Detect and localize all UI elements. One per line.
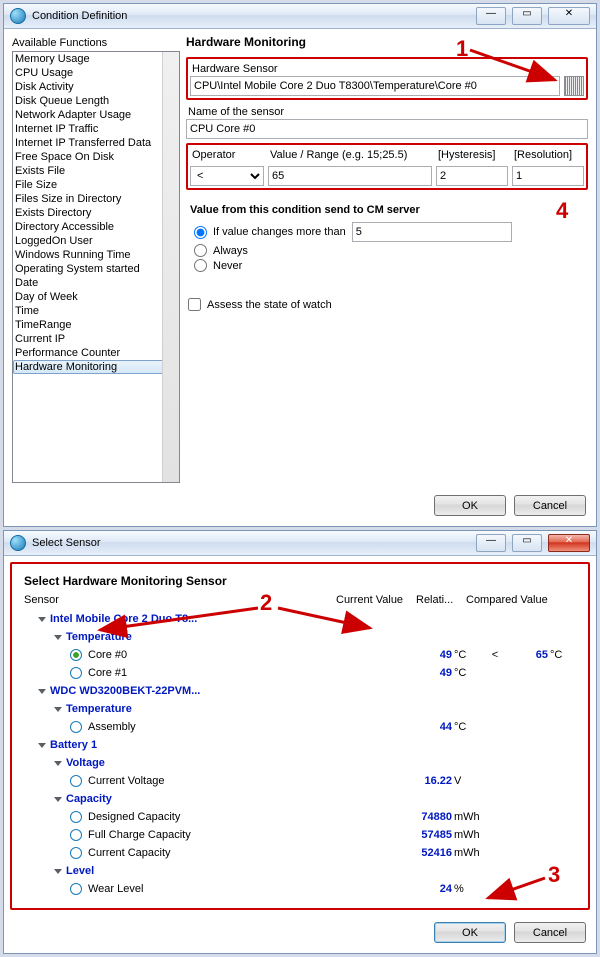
send-to-cm-label: Value from this condition send to CM ser…	[190, 204, 588, 216]
window-title: Condition Definition	[32, 10, 127, 22]
function-item[interactable]: Day of Week	[13, 290, 179, 304]
radio-always-label: Always	[213, 245, 248, 257]
sensor-item[interactable]: Core #149°C	[24, 664, 576, 682]
sensor-name-label: Name of the sensor	[188, 106, 588, 118]
ok-button[interactable]: OK	[434, 495, 506, 516]
radio-never[interactable]	[194, 259, 207, 272]
radio-if-value-changes-label: If value changes more than	[213, 226, 346, 238]
value-input[interactable]	[268, 166, 432, 186]
resolution-label: [Resolution]	[514, 149, 584, 161]
maximize-button[interactable]: ▭	[512, 7, 542, 25]
sensor-device[interactable]: Intel Mobile Core 2 Duo T8...	[24, 610, 576, 628]
operator-label: Operator	[192, 149, 264, 161]
sensor-group[interactable]: Temperature	[24, 700, 576, 718]
titlebar[interactable]: Condition Definition — ▭ ✕	[4, 4, 596, 29]
tree-columns: Sensor Current Value Relati... Compared …	[24, 592, 576, 608]
sensor-picker-button[interactable]	[564, 76, 584, 96]
hardware-sensor-input[interactable]	[190, 76, 560, 96]
sensor-item[interactable]: Core #049°C<65°C	[24, 646, 576, 664]
col-relation: Relati...	[416, 594, 466, 606]
sensor-tree[interactable]: Intel Mobile Core 2 Duo T8...Temperature…	[24, 610, 576, 898]
window-title: Select Sensor	[32, 537, 100, 549]
sensor-device[interactable]: WDC WD3200BEKT-22PVM...	[24, 682, 576, 700]
hardware-sensor-label: Hardware Sensor	[192, 63, 584, 75]
function-item[interactable]: TimeRange	[13, 318, 179, 332]
function-item[interactable]: Time	[13, 304, 179, 318]
condition-definition-window: Condition Definition — ▭ ✕ Available Fun…	[3, 3, 597, 527]
function-item[interactable]: Files Size in Directory	[13, 192, 179, 206]
sensor-item[interactable]: Full Charge Capacity57485mWh	[24, 826, 576, 844]
changes-threshold-input[interactable]	[352, 222, 512, 242]
close-button[interactable]: ✕	[548, 7, 590, 25]
close-button[interactable]: ✕	[548, 534, 590, 552]
sensor-item[interactable]: Current Voltage16.22V	[24, 772, 576, 790]
function-item[interactable]: CPU Usage	[13, 66, 179, 80]
function-item[interactable]: Performance Counter	[13, 346, 179, 360]
function-item[interactable]: Current IP	[13, 332, 179, 346]
scrollbar[interactable]	[162, 52, 179, 482]
function-item[interactable]: Internet IP Transferred Data	[13, 136, 179, 150]
function-item[interactable]: Exists File	[13, 164, 179, 178]
available-functions-label: Available Functions	[12, 35, 180, 51]
assess-state-checkbox[interactable]	[188, 298, 201, 311]
assess-state-label: Assess the state of watch	[207, 299, 332, 311]
col-current: Current Value	[336, 594, 416, 606]
function-item[interactable]: Disk Activity	[13, 80, 179, 94]
sensor-item[interactable]: Assembly44°C	[24, 718, 576, 736]
available-functions-list[interactable]: Memory UsageCPU UsageDisk ActivityDisk Q…	[12, 51, 180, 483]
select-sensor-heading: Select Hardware Monitoring Sensor	[24, 574, 576, 588]
function-item[interactable]: Date	[13, 276, 179, 290]
sensor-group[interactable]: Level	[24, 862, 576, 880]
hardware-sensor-group: Hardware Sensor	[186, 57, 588, 100]
function-item[interactable]: Free Space On Disk	[13, 150, 179, 164]
page-heading: Hardware Monitoring	[186, 35, 588, 49]
sensor-group[interactable]: Temperature	[24, 628, 576, 646]
function-item[interactable]: Disk Queue Length	[13, 94, 179, 108]
function-item[interactable]: Internet IP Traffic	[13, 122, 179, 136]
col-compared: Compared Value	[466, 594, 576, 606]
operator-group: Operator Value / Range (e.g. 15;25.5) [H…	[186, 143, 588, 190]
sensor-device[interactable]: Battery 1	[24, 736, 576, 754]
function-item[interactable]: File Size	[13, 178, 179, 192]
function-item[interactable]: Network Adapter Usage	[13, 108, 179, 122]
sensor-group[interactable]: Capacity	[24, 790, 576, 808]
function-item[interactable]: Operating System started	[13, 262, 179, 276]
function-item[interactable]: Memory Usage	[13, 52, 179, 66]
function-item[interactable]: Directory Accessible	[13, 220, 179, 234]
radio-if-value-changes[interactable]	[194, 226, 207, 239]
hysteresis-input[interactable]	[436, 166, 508, 186]
minimize-button[interactable]: —	[476, 534, 506, 552]
value-range-label: Value / Range (e.g. 15;25.5)	[270, 149, 432, 161]
select-sensor-window: Select Sensor — ▭ ✕ Select Hardware Moni…	[3, 530, 597, 954]
sensor-group[interactable]: Voltage	[24, 754, 576, 772]
col-sensor: Sensor	[24, 594, 336, 606]
cancel-button[interactable]: Cancel	[514, 495, 586, 516]
operator-select[interactable]: <	[190, 166, 264, 186]
function-item[interactable]: Hardware Monitoring	[13, 360, 179, 374]
sensor-item[interactable]: Designed Capacity74880mWh	[24, 808, 576, 826]
function-item[interactable]: Windows Running Time	[13, 248, 179, 262]
maximize-button[interactable]: ▭	[512, 534, 542, 552]
sensor-name-input[interactable]	[186, 119, 588, 139]
radio-always[interactable]	[194, 244, 207, 257]
function-item[interactable]: LoggedOn User	[13, 234, 179, 248]
sensor-item[interactable]: Current Capacity52416mWh	[24, 844, 576, 862]
ok-button[interactable]: OK	[434, 922, 506, 943]
titlebar[interactable]: Select Sensor — ▭ ✕	[4, 531, 596, 556]
app-icon	[10, 535, 26, 551]
minimize-button[interactable]: —	[476, 7, 506, 25]
function-item[interactable]: Exists Directory	[13, 206, 179, 220]
cancel-button[interactable]: Cancel	[514, 922, 586, 943]
app-icon	[10, 8, 26, 24]
hysteresis-label: [Hysteresis]	[438, 149, 508, 161]
resolution-input[interactable]	[512, 166, 584, 186]
radio-never-label: Never	[213, 260, 242, 272]
sensor-item[interactable]: Wear Level24%	[24, 880, 576, 898]
